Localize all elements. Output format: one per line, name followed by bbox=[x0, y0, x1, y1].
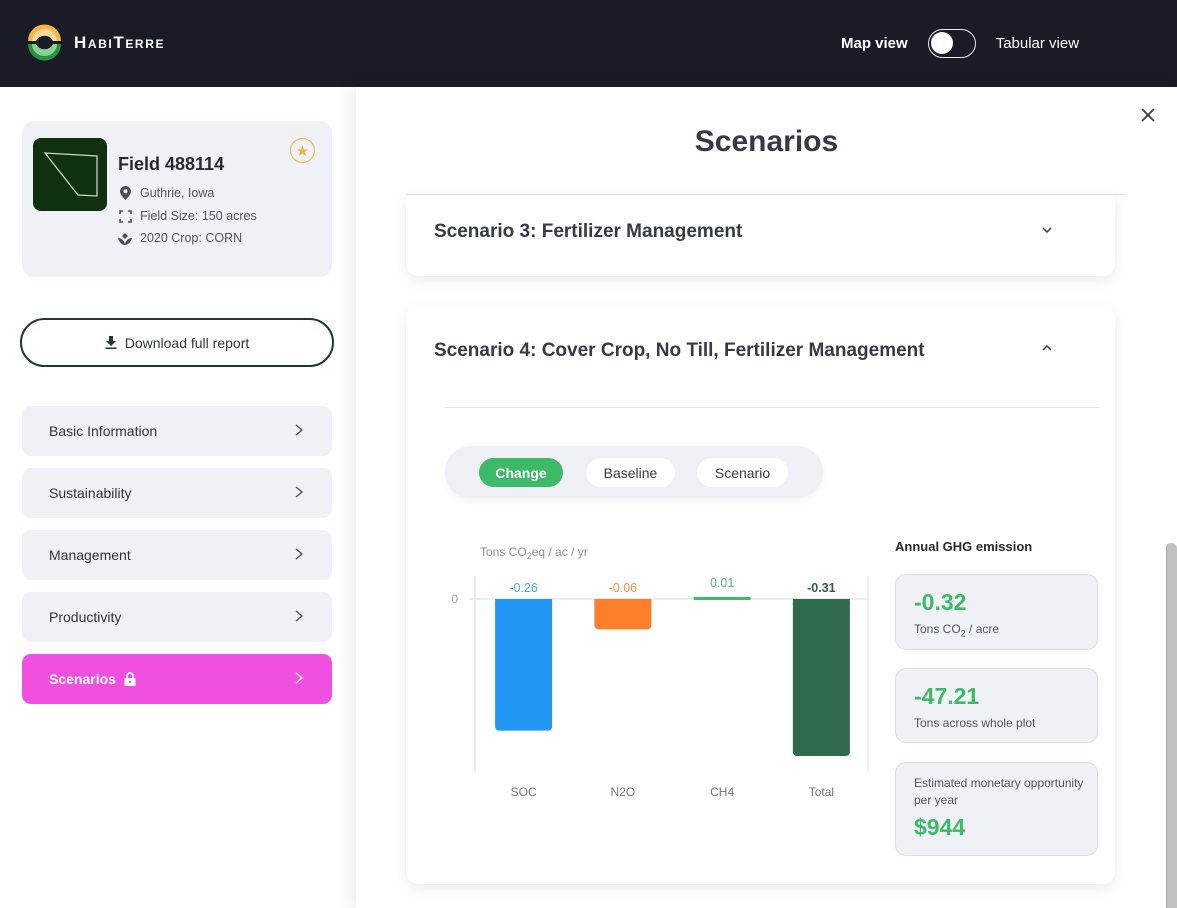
field-card: Field 488114 ★ Guthrie, Iowa Field Size:… bbox=[22, 121, 332, 277]
bar-top-n2o bbox=[594, 599, 652, 605]
field-crop-text: 2020 Crop: CORN bbox=[140, 231, 243, 245]
stat-whole-plot-card: -47.21 Tons across whole plot bbox=[895, 668, 1098, 743]
data-label-total: -0.31 bbox=[807, 581, 836, 595]
nav-item-productivity[interactable]: Productivity bbox=[22, 592, 332, 642]
x-tick-label-ch4: CH4 bbox=[710, 785, 734, 799]
location-pin-icon bbox=[118, 186, 132, 200]
chevron-right-icon bbox=[295, 486, 304, 498]
download-report-button[interactable]: Download full report bbox=[20, 318, 334, 367]
view-toggle: Map view Tabular view bbox=[841, 28, 1079, 58]
field-thumbnail bbox=[33, 138, 107, 211]
bar-ch4 bbox=[693, 597, 751, 600]
field-size-icon bbox=[118, 209, 132, 223]
panel-title: Scenarios bbox=[694, 125, 839, 158]
view-switch[interactable] bbox=[927, 28, 976, 58]
nav-item-label: Scenarios bbox=[49, 671, 116, 687]
whole-plot-label: Tons across whole plot bbox=[914, 716, 1036, 730]
map-view-label[interactable]: Map view bbox=[841, 35, 908, 52]
field-size: Field Size: 150 acres bbox=[118, 209, 257, 223]
y-axis-label: Tons CO2eq / ac / yr bbox=[480, 545, 588, 561]
whole-plot-value: -47.21 bbox=[914, 683, 980, 709]
field-location-text: Guthrie, Iowa bbox=[140, 186, 215, 200]
x-tick-label-soc: SOC bbox=[511, 785, 537, 799]
switch-knob bbox=[930, 31, 953, 54]
bar-top-total bbox=[792, 599, 850, 605]
brand-name: HabiTerre bbox=[74, 32, 166, 52]
chevron-right-icon bbox=[295, 672, 304, 684]
scenario-4-title[interactable]: Scenario 4: Cover Crop, No Till, Fertili… bbox=[434, 340, 925, 362]
crop-sprout-icon bbox=[118, 231, 132, 245]
nav-item-management[interactable]: Management bbox=[22, 530, 332, 580]
stat-per-acre-card: -0.32 Tons CO2 / acre bbox=[895, 574, 1098, 650]
nav-item-label: Sustainability bbox=[49, 485, 132, 501]
ghg-change-chart: Tons CO2eq / ac / yr 0 -0.26 SOC -0.06 N2O 0.0… bbox=[436, 534, 876, 799]
scenario-4-accordion: Scenario 4: Cover Crop, No Till, Fertili… bbox=[406, 306, 1115, 884]
segment-scenario[interactable]: Scenario bbox=[697, 458, 788, 487]
bar-top-soc bbox=[495, 599, 553, 605]
favorite-star-button[interactable]: ★ bbox=[290, 138, 315, 163]
field-boundary-icon bbox=[43, 152, 98, 197]
bar-soc bbox=[495, 599, 553, 731]
segment-change[interactable]: Change bbox=[479, 458, 563, 487]
nav-item-sustainability[interactable]: Sustainability bbox=[22, 468, 332, 518]
lock-icon bbox=[124, 672, 136, 686]
per-acre-label-text: Tons CO bbox=[914, 622, 961, 636]
monetary-label: Estimated monetary opportunity per year bbox=[914, 776, 1084, 807]
brand-logo[interactable]: HabiTerre bbox=[26, 24, 165, 61]
chevron-right-icon bbox=[295, 424, 304, 436]
download-icon bbox=[105, 336, 117, 349]
habiterre-logo-icon bbox=[28, 24, 61, 61]
field-crop: 2020 Crop: CORN bbox=[118, 231, 242, 245]
top-bar: HabiTerre Map view Tabular view bbox=[0, 0, 1177, 87]
nav-item-label: Management bbox=[49, 547, 131, 563]
nav-item-label: Basic Information bbox=[49, 423, 158, 439]
bar-chart-svg: Tons CO2eq / ac / yr 0 -0.26 SOC -0.06 N2O 0.0… bbox=[451, 545, 869, 799]
per-acre-label-unit: / acre bbox=[965, 622, 1000, 636]
chevron-down-icon[interactable] bbox=[1040, 225, 1054, 235]
download-report-label: Download full report bbox=[124, 334, 250, 351]
nav-item-label: Productivity bbox=[49, 609, 122, 625]
data-label-soc: -0.26 bbox=[509, 581, 538, 595]
data-label-ch4: 0.01 bbox=[710, 576, 734, 590]
data-label-n2o: -0.06 bbox=[609, 581, 638, 595]
field-location: Guthrie, Iowa bbox=[118, 186, 214, 200]
monetary-value: $944 bbox=[914, 814, 966, 840]
nav-item-basic-information[interactable]: Basic Information bbox=[22, 406, 332, 456]
per-acre-label: Tons CO2 / acre bbox=[914, 622, 999, 638]
field-size-text: Field Size: 150 acres bbox=[140, 209, 257, 223]
bar-total bbox=[792, 599, 850, 756]
y-tick-label: 0 bbox=[451, 592, 458, 606]
x-tick-label-total: Total bbox=[809, 785, 834, 799]
view-mode-segmented-control: Change Baseline Scenario bbox=[445, 446, 823, 498]
close-icon[interactable] bbox=[1138, 105, 1158, 125]
star-icon: ★ bbox=[295, 142, 310, 160]
segment-baseline[interactable]: Baseline bbox=[586, 458, 675, 487]
chevron-right-icon bbox=[295, 610, 304, 622]
field-title: Field 488114 bbox=[118, 154, 225, 174]
tabular-view-label[interactable]: Tabular view bbox=[996, 35, 1079, 52]
accordion-divider bbox=[445, 407, 1099, 408]
scenario-3-accordion[interactable]: Scenario 3: Fertilizer Management bbox=[406, 195, 1115, 276]
nav-item-scenarios[interactable]: Scenarios bbox=[22, 654, 332, 704]
scenario-3-title[interactable]: Scenario 3: Fertilizer Management bbox=[434, 221, 742, 243]
scenarios-panel: Scenarios Scenario 3: Fertilizer Managem… bbox=[356, 87, 1177, 908]
stat-monetary-card: Estimated monetary opportunity per year … bbox=[895, 762, 1098, 856]
per-acre-value: -0.32 bbox=[914, 589, 967, 615]
chevron-up-icon[interactable] bbox=[1040, 343, 1054, 353]
field-sidebar: Field 488114 ★ Guthrie, Iowa Field Size:… bbox=[0, 87, 356, 908]
annual-ghg-title: Annual GHG emission bbox=[895, 539, 1033, 554]
chevron-right-icon bbox=[295, 548, 304, 560]
panel-scrollbar[interactable] bbox=[1166, 543, 1177, 908]
x-tick-label-n2o: N2O bbox=[611, 785, 636, 799]
